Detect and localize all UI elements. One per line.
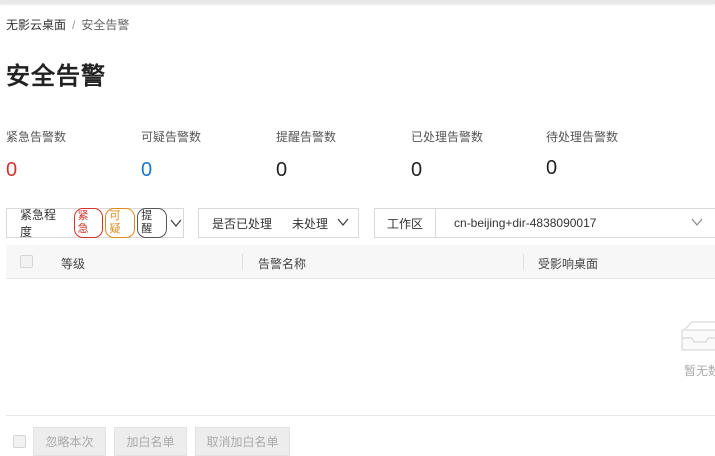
stat-urgent-value: 0 bbox=[6, 159, 18, 181]
column-header-level[interactable]: 等级 bbox=[61, 255, 85, 272]
footer-select-all-checkbox[interactable] bbox=[13, 435, 26, 448]
handled-filter-select[interactable]: 是否已处理 未处理 bbox=[198, 208, 359, 238]
cancel-whitelist-button[interactable]: 取消加白名单 bbox=[195, 427, 290, 456]
severity-filter-label: 紧急程度 bbox=[20, 208, 57, 239]
empty-state-text: 暂无数据 bbox=[684, 364, 715, 378]
footer-divider bbox=[6, 415, 715, 416]
column-divider bbox=[523, 254, 524, 270]
stat-reminder: 提醒告警数 0 bbox=[276, 128, 336, 182]
stat-pending-label: 待处理告警数 bbox=[546, 130, 619, 144]
page-title: 安全告警 bbox=[6, 63, 106, 90]
workspace-filter-select[interactable]: 工作区 cn-beijing+dir-4838090017 bbox=[374, 208, 715, 238]
severity-tag-reminder[interactable]: 提醒 bbox=[137, 208, 168, 238]
stat-urgent-label: 紧急告警数 bbox=[6, 130, 67, 144]
column-divider bbox=[242, 254, 243, 270]
chevron-down-icon[interactable] bbox=[690, 215, 704, 229]
breadcrumb-root-link[interactable]: 无影云桌面 bbox=[6, 16, 66, 33]
severity-filter-select[interactable]: 紧急程度 紧急 可疑 提醒 bbox=[6, 208, 184, 239]
column-header-alert-name[interactable]: 告警名称 bbox=[258, 255, 306, 272]
workspace-filter-value: cn-beijing+dir-4838090017 bbox=[454, 216, 597, 230]
empty-box-icon bbox=[681, 321, 715, 351]
table-header: 等级 告警名称 受影响桌面 bbox=[6, 245, 715, 279]
stat-suspicious-label: 可疑告警数 bbox=[141, 130, 202, 144]
stat-pending: 待处理告警数 0 bbox=[546, 128, 618, 180]
handled-filter-value: 未处理 bbox=[292, 216, 329, 231]
column-header-affected-desktop[interactable]: 受影响桌面 bbox=[538, 255, 598, 272]
stat-reminder-value: 0 bbox=[276, 159, 288, 181]
ignore-once-button[interactable]: 忽略本次 bbox=[33, 427, 106, 456]
stat-urgent: 紧急告警数 0 bbox=[6, 128, 66, 182]
workspace-filter-label: 工作区 bbox=[375, 209, 437, 237]
severity-tag-urgent[interactable]: 紧急 bbox=[73, 208, 104, 238]
select-all-checkbox[interactable] bbox=[20, 255, 33, 268]
handled-filter-label: 是否已处理 bbox=[212, 216, 273, 231]
breadcrumb-separator: / bbox=[72, 17, 76, 32]
stat-suspicious: 可疑告警数 0 bbox=[141, 128, 201, 182]
stat-handled-label: 已处理告警数 bbox=[411, 130, 484, 144]
stat-suspicious-value: 0 bbox=[141, 159, 153, 181]
chevron-down-icon[interactable] bbox=[169, 216, 183, 230]
stat-reminder-label: 提醒告警数 bbox=[276, 130, 337, 144]
chevron-down-icon[interactable] bbox=[336, 215, 350, 229]
add-whitelist-button[interactable]: 加白名单 bbox=[114, 427, 187, 456]
top-bar bbox=[0, 0, 715, 4]
stat-handled-value: 0 bbox=[411, 159, 423, 181]
breadcrumb: 无影云桌面 / 安全告警 bbox=[6, 16, 129, 33]
stat-handled: 已处理告警数 0 bbox=[411, 128, 483, 182]
severity-tag-suspicious[interactable]: 可疑 bbox=[105, 208, 136, 238]
breadcrumb-current: 安全告警 bbox=[81, 18, 130, 32]
stat-pending-value: 0 bbox=[546, 157, 558, 179]
